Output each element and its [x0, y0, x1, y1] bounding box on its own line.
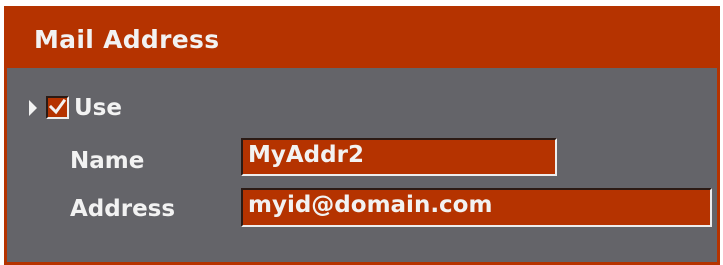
mail-address-panel: Mail Address Use Name MyAddr2 Address my…	[4, 6, 720, 265]
use-checkbox[interactable]	[46, 96, 69, 119]
address-field[interactable]: myid@domain.com	[241, 188, 712, 227]
name-field[interactable]: MyAddr2	[241, 138, 557, 176]
address-label: Address	[70, 196, 176, 222]
triangle-right-icon	[29, 100, 37, 116]
panel-title-bar: Mail Address	[7, 9, 717, 68]
name-label: Name	[70, 148, 145, 174]
checkmark-icon	[48, 98, 67, 115]
panel-title: Mail Address	[34, 25, 220, 54]
use-label[interactable]: Use	[74, 95, 122, 121]
